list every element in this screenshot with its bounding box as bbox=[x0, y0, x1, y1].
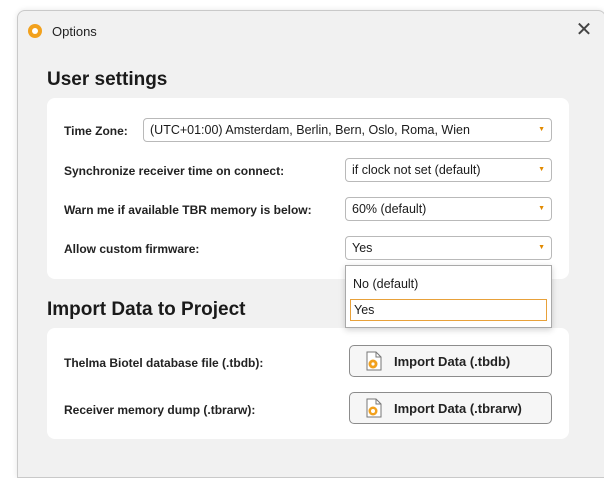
tbdb-label: Thelma Biotel database file (.tbdb): bbox=[64, 356, 264, 370]
import-tbrarw-button[interactable]: Import Data (.tbrarw) bbox=[349, 392, 552, 424]
user-settings-card: Time Zone: (UTC+01:00) Amsterdam, Berlin… bbox=[47, 98, 569, 279]
import-tbdb-button[interactable]: Import Data (.tbdb) bbox=[349, 345, 552, 377]
options-dialog: Options ✕ User settings Time Zone: (UTC+… bbox=[17, 10, 604, 478]
time-zone-label: Time Zone: bbox=[64, 124, 128, 138]
tbr-memory-value: 60% (default) bbox=[352, 202, 427, 216]
import-heading: Import Data to Project bbox=[47, 299, 246, 320]
time-zone-select[interactable]: (UTC+01:00) Amsterdam, Berlin, Bern, Osl… bbox=[143, 118, 552, 142]
memory-dump-file-icon bbox=[364, 398, 384, 418]
custom-firmware-value: Yes bbox=[352, 241, 373, 255]
title-bar: Options ✕ bbox=[18, 11, 604, 51]
chevron-down-icon: ▼ bbox=[538, 126, 545, 133]
option-yes[interactable]: Yes bbox=[350, 299, 547, 321]
chevron-down-icon: ▼ bbox=[538, 205, 545, 212]
custom-firmware-select[interactable]: Yes ▼ bbox=[345, 236, 552, 260]
close-button[interactable]: ✕ bbox=[571, 17, 597, 43]
tbr-memory-label: Warn me if available TBR memory is below… bbox=[64, 203, 312, 217]
sync-time-select[interactable]: if clock not set (default) ▼ bbox=[345, 158, 552, 182]
option-no-default[interactable]: No (default) bbox=[350, 274, 547, 296]
database-file-icon bbox=[364, 351, 384, 371]
chevron-down-icon: ▼ bbox=[538, 244, 545, 251]
import-tbrarw-label: Import Data (.tbrarw) bbox=[394, 400, 522, 416]
chevron-down-icon: ▼ bbox=[538, 166, 545, 173]
tbrarw-label: Receiver memory dump (.tbrarw): bbox=[64, 403, 256, 417]
sync-time-label: Synchronize receiver time on connect: bbox=[64, 164, 285, 178]
sync-time-value: if clock not set (default) bbox=[352, 163, 481, 177]
custom-firmware-label: Allow custom firmware: bbox=[64, 242, 200, 256]
import-tbdb-label: Import Data (.tbdb) bbox=[394, 353, 511, 369]
gear-icon bbox=[28, 24, 42, 38]
user-settings-heading: User settings bbox=[47, 69, 168, 90]
window-title: Options bbox=[52, 24, 97, 39]
time-zone-value: (UTC+01:00) Amsterdam, Berlin, Bern, Osl… bbox=[150, 123, 470, 137]
custom-firmware-dropdown: No (default) Yes bbox=[345, 265, 552, 328]
import-card: Thelma Biotel database file (.tbdb): Imp… bbox=[47, 328, 569, 439]
tbr-memory-select[interactable]: 60% (default) ▼ bbox=[345, 197, 552, 221]
